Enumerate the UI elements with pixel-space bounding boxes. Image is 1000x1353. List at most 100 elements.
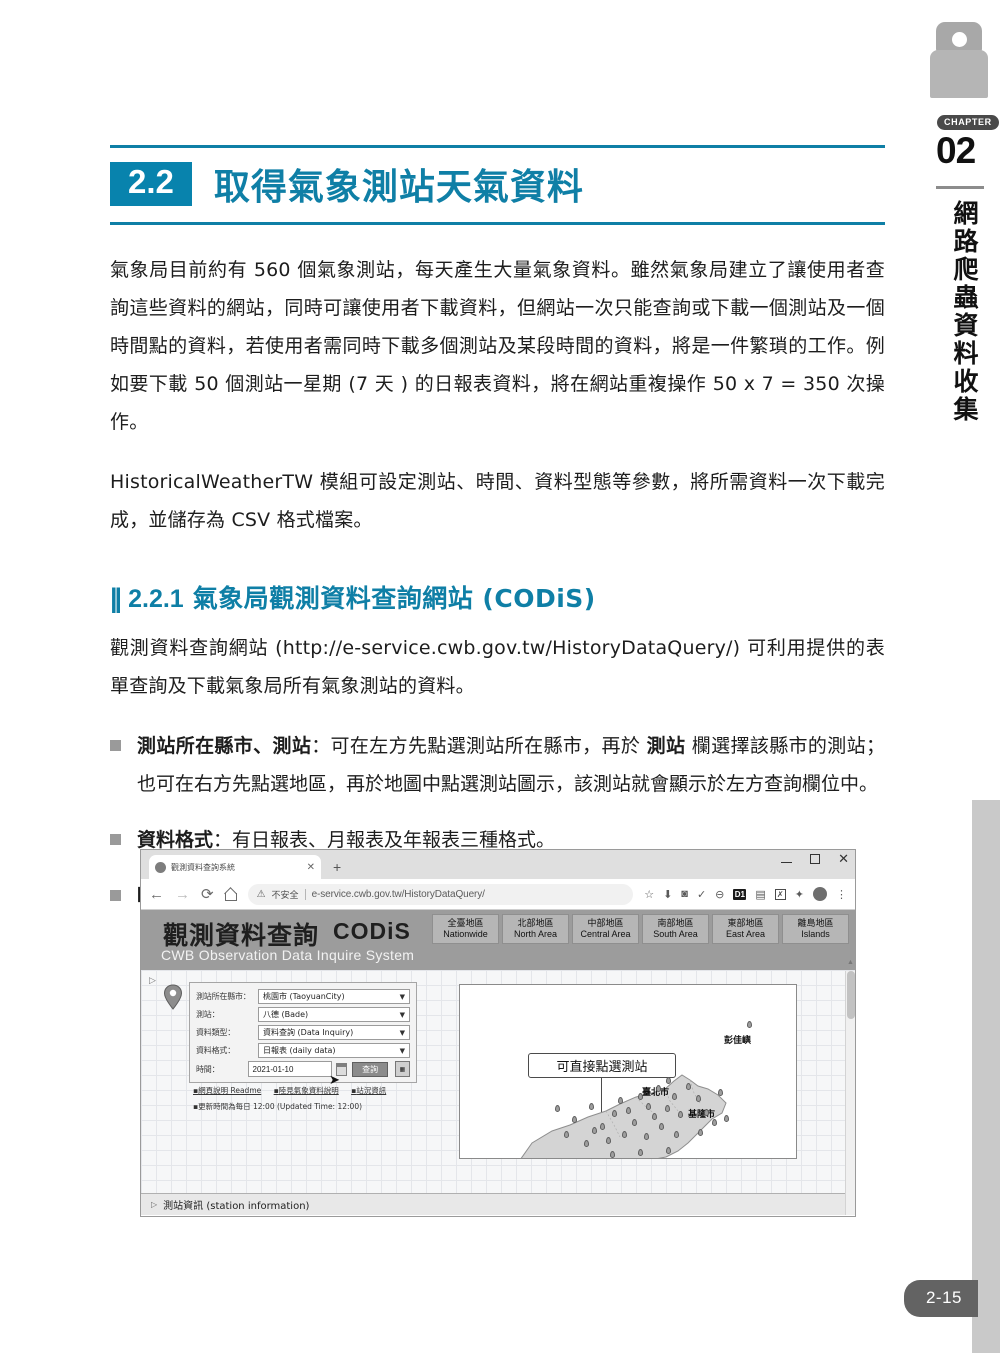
taiwan-north-coastline [520,1074,727,1158]
station-pin[interactable] [610,1151,615,1158]
paragraph-3: 觀測資料查詢網站 (http://e-service.cwb.gov.tw/Hi… [110,637,885,697]
station-pin[interactable] [659,1123,664,1130]
data-type-select[interactable]: 資料查詢 (Data Inquiry) ▼ [258,1025,410,1040]
data-format-select[interactable]: 日報表 (daily data) ▼ [258,1043,410,1058]
region-tab-central[interactable]: 中部地區 Central Area [572,914,639,944]
d1-badge-icon[interactable]: D1 [733,888,747,900]
station-info-label: 測站資訊 (station information) [163,1201,310,1212]
region-tab-east[interactable]: 東部地區 East Area [712,914,779,944]
station-pin[interactable] [747,1021,752,1028]
station-info-bar[interactable]: ▷ 測站資訊 (station information) [141,1193,855,1215]
export-excel-button[interactable]: ▦ [394,1061,410,1077]
browser-tab[interactable]: 觀測資料查詢系統 ✕ [149,855,321,879]
chevron-down-icon: ▼ [399,1028,405,1037]
home-icon[interactable] [224,889,237,901]
station-pin[interactable] [584,1140,589,1147]
region-tab-group: 全臺地區 Nationwide 北部地區 North Area 中部地區 Cen… [432,914,849,944]
query-button[interactable]: 查詢 [352,1061,388,1077]
station-pin[interactable] [555,1105,560,1112]
station-pin[interactable] [612,1110,617,1117]
circle-minus-icon[interactable]: ⊖ [715,888,724,901]
extensions-puzzle-icon[interactable]: ✦ [795,888,804,901]
download-icon[interactable]: ⬇ [663,888,672,901]
url-separator [304,888,306,900]
camera-icon[interactable]: ◙ [681,888,688,900]
station-pin[interactable] [632,1119,637,1126]
station-pin[interactable] [592,1127,597,1134]
link-data-explain[interactable]: 陸見氣象資料說明 [274,1086,339,1095]
region-tab-north[interactable]: 北部地區 North Area [502,914,569,944]
kebab-menu-icon[interactable]: ⋮ [836,888,847,901]
station-pin[interactable] [704,1109,709,1116]
station-pin[interactable] [712,1119,717,1126]
station-pin[interactable] [564,1131,569,1138]
form-row-data-format: 資料格式： 日報表 (daily data) ▼ [196,1043,410,1058]
section-title: 取得氣象測站天氣資料 [213,167,584,208]
link-station-status[interactable]: 站況資訊 [351,1086,386,1095]
station-pin[interactable] [638,1149,643,1156]
station-pin[interactable] [638,1093,643,1100]
station-pin[interactable] [618,1097,623,1104]
maximize-button[interactable] [810,854,821,864]
list-item-body-a: ：可在左方先點選測站所在縣市，再於 [311,735,647,757]
link-readme[interactable]: 網頁說明 Readme [193,1086,261,1095]
bookmark-star-icon[interactable]: ☆ [644,888,654,901]
region-tab-nationwide[interactable]: 全臺地區 Nationwide [432,914,499,944]
station-pin[interactable] [674,1131,679,1138]
scroll-up-icon[interactable]: ▲ [847,959,854,966]
x-badge-icon[interactable]: ✗ [774,888,786,900]
not-secure-label: 不安全 [271,890,299,901]
station-select[interactable]: 八德 (Bade) ▼ [258,1007,410,1022]
county-select-value: 桃園市 (TaoyuanCity) [263,992,345,1001]
station-pin[interactable] [644,1133,649,1140]
data-format-select-value: 日報表 (daily data) [263,1046,336,1055]
station-pin[interactable] [600,1123,605,1130]
data-type-select-value: 資料查詢 (Data Inquiry) [263,1028,354,1037]
station-pin[interactable] [724,1115,729,1122]
station-pin[interactable] [678,1111,683,1118]
station-pin[interactable] [652,1113,657,1120]
station-map[interactable]: 可直接點選測站 彭佳嶼 臺北市 基隆市 [459,984,797,1159]
station-pin[interactable] [666,1077,671,1084]
station-pin[interactable] [718,1089,723,1096]
book-page: CHAPTER 02 網路爬蟲資料收集 2-15 2.2 取得氣象測站天氣資料 … [0,0,1000,1353]
station-pin[interactable] [626,1107,631,1114]
close-window-button[interactable]: ✕ [838,852,849,865]
station-pin[interactable] [672,1093,677,1100]
reload-icon[interactable]: ⟳ [201,885,214,903]
station-pin[interactable] [665,1105,670,1112]
form-row-data-type: 資料類型： 資料查詢 (Data Inquiry) ▼ [196,1025,410,1040]
check-icon[interactable]: ✓ [697,888,706,901]
map-label-keelung: 基隆市 [688,1110,716,1120]
station-pin[interactable] [666,1147,671,1154]
station-pin[interactable] [646,1103,651,1110]
region-tab-south[interactable]: 南部地區 South Area [642,914,709,944]
county-select[interactable]: 桃園市 (TaoyuanCity) ▼ [258,989,410,1004]
document-icon[interactable]: ▤ [755,888,765,901]
close-tab-icon[interactable]: ✕ [307,862,315,873]
back-icon[interactable]: ← [149,886,164,903]
station-pin[interactable] [696,1095,701,1102]
station-pin[interactable] [589,1103,594,1110]
avatar-icon[interactable] [813,887,827,901]
station-pin[interactable] [656,1085,661,1092]
station-pin[interactable] [686,1083,691,1090]
list-item-label: 測站所在縣市、測站 [137,735,312,757]
chapter-tab-block [972,800,1000,1353]
date-input[interactable]: 2021-01-10 [247,1061,333,1077]
minimize-button[interactable] [781,862,793,863]
station-pin[interactable] [606,1137,611,1144]
forward-icon[interactable]: → [175,886,190,903]
station-pin[interactable] [698,1129,703,1136]
region-tab-islands[interactable]: 離島地區 Islands [782,914,849,944]
not-secure-warning-icon: ⚠ [256,888,266,900]
new-tab-button[interactable]: + [333,859,341,875]
address-bar[interactable]: ⚠ 不安全 e-service.cwb.gov.tw/HistoryDataQu… [247,883,634,905]
station-pin[interactable] [622,1131,627,1138]
station-pin[interactable] [572,1116,577,1123]
panel-collapse-icon[interactable]: ▷ [149,975,156,986]
browser-viewport: 觀測資料查詢 CODiS CWB Observation Data Inquir… [141,910,855,1215]
scrollbar-thumb[interactable] [847,971,855,1019]
list-item-emphasis: 測站 [646,735,686,757]
vertical-scrollbar[interactable]: ▲ [845,959,855,1215]
